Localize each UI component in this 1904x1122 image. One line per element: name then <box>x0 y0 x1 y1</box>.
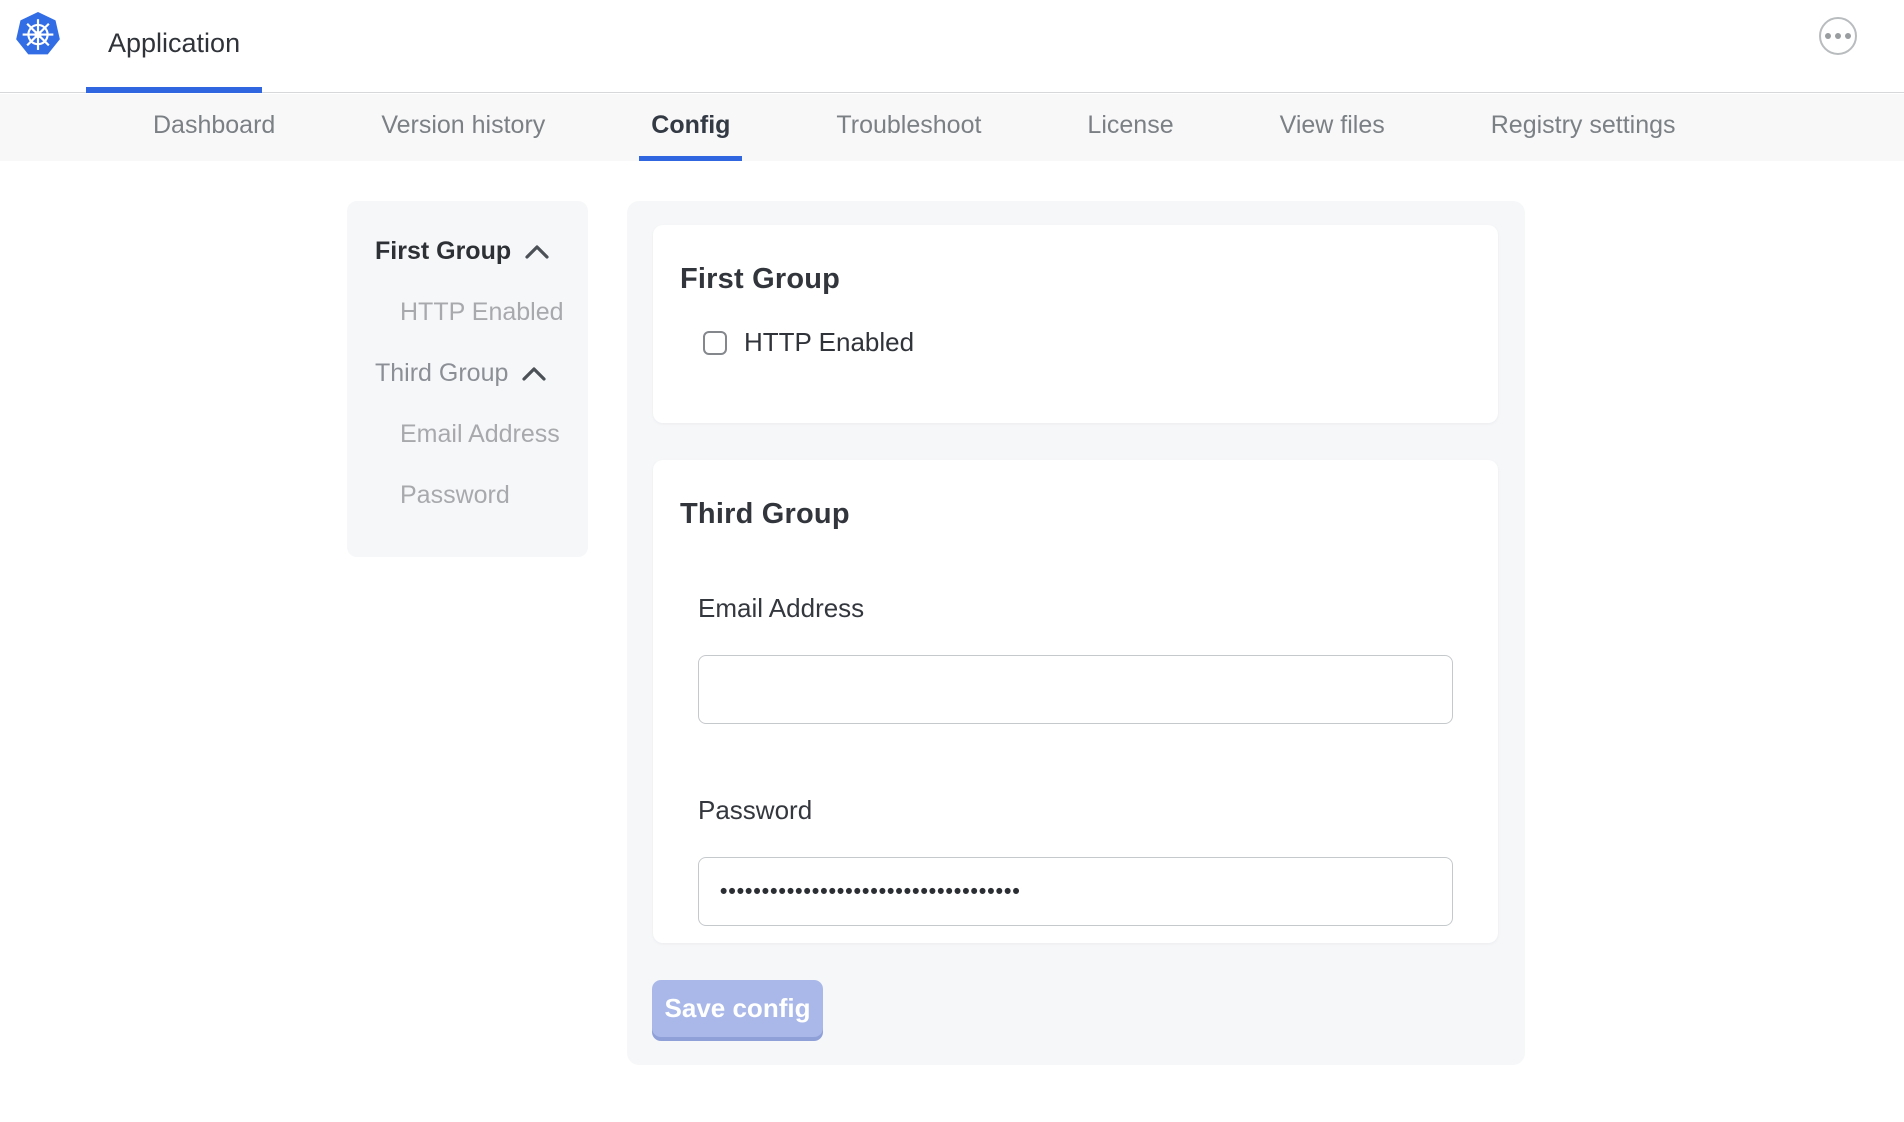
field-label-email-address: Email Address <box>698 593 1498 624</box>
sidebar-item-third-group[interactable]: Third Group <box>347 343 588 404</box>
tab-version-history[interactable]: Version history <box>369 94 557 161</box>
sidebar-item-label: HTTP Enabled <box>400 298 564 327</box>
sidebar-item-label: Password <box>400 481 510 510</box>
sidebar-item-email-address[interactable]: Email Address <box>347 404 588 465</box>
group-title: Third Group <box>680 498 1498 531</box>
http-enabled-checkbox[interactable] <box>703 331 727 355</box>
sidebar-item-http-enabled[interactable]: HTTP Enabled <box>347 282 588 343</box>
tab-license[interactable]: License <box>1075 94 1185 161</box>
tab-config[interactable]: Config <box>639 94 742 161</box>
sidebar-item-label: Third Group <box>375 359 508 388</box>
sidebar-item-first-group[interactable]: First Group <box>347 221 588 282</box>
sidebar-item-label: Email Address <box>400 420 560 449</box>
chevron-up-icon <box>522 366 546 381</box>
secondary-nav: Dashboard Version history Config Trouble… <box>0 94 1904 161</box>
ellipsis-icon <box>1825 33 1831 39</box>
app-tab-application[interactable]: Application <box>86 0 262 93</box>
sidebar-item-password[interactable]: Password <box>347 465 588 526</box>
sidebar-item-label: First Group <box>375 237 511 266</box>
ellipsis-icon <box>1845 33 1851 39</box>
field-label-password: Password <box>698 795 1498 826</box>
config-groups-sidebar: First Group HTTP Enabled Third Group Ema… <box>347 201 588 557</box>
group-title: First Group <box>680 263 1498 296</box>
tab-troubleshoot[interactable]: Troubleshoot <box>824 94 993 161</box>
tab-registry-settings[interactable]: Registry settings <box>1479 94 1688 161</box>
chevron-up-icon <box>525 244 549 259</box>
app-header: Application <box>0 0 1904 93</box>
tab-dashboard[interactable]: Dashboard <box>141 94 287 161</box>
password-input[interactable] <box>698 857 1453 926</box>
config-group-card-first: First Group HTTP Enabled <box>653 225 1498 423</box>
tab-view-files[interactable]: View files <box>1268 94 1397 161</box>
http-enabled-row: HTTP Enabled <box>703 327 1498 358</box>
checkbox-label: HTTP Enabled <box>744 327 914 358</box>
save-config-button[interactable]: Save config <box>652 980 823 1037</box>
config-group-card-third: Third Group Email Address Password <box>653 460 1498 943</box>
ellipsis-icon <box>1835 33 1841 39</box>
config-panel: First Group HTTP Enabled Third Group Ema… <box>627 201 1525 1065</box>
app-tab-label: Application <box>108 28 240 59</box>
overflow-menu-button[interactable] <box>1819 17 1857 55</box>
email-address-input[interactable] <box>698 655 1453 724</box>
kubernetes-logo-icon <box>14 11 62 61</box>
